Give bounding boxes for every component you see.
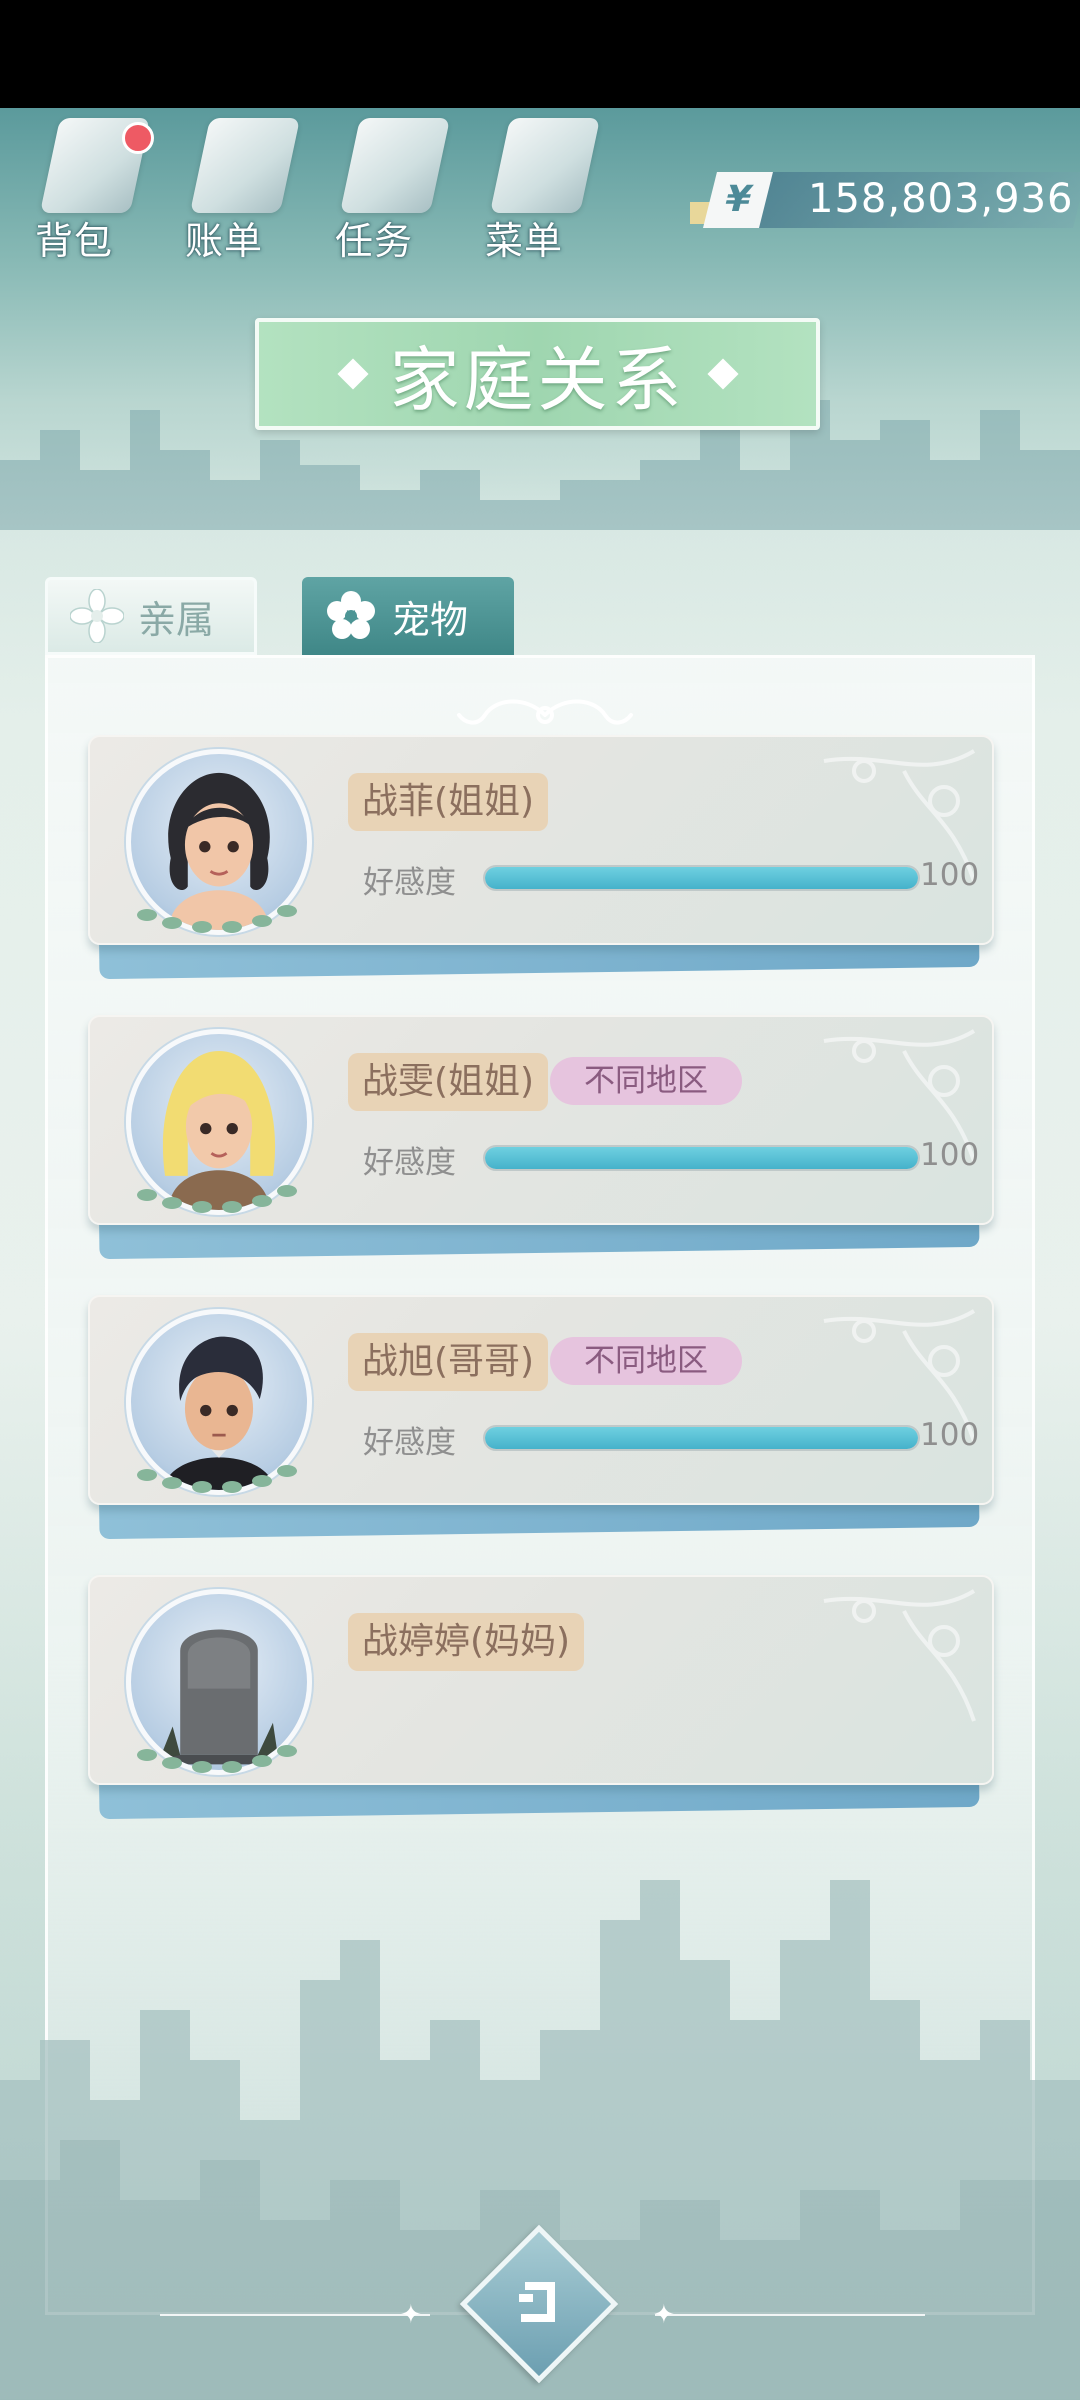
- floral-decoration: [823, 1589, 976, 1722]
- leaves-decoration: [137, 1185, 297, 1213]
- money-display: ¥ 158,803,936: [690, 172, 1080, 228]
- affinity-fill: [485, 1147, 918, 1169]
- tab-pets[interactable]: 宠物: [302, 577, 514, 655]
- member-name: 战菲(姐姐): [348, 773, 549, 831]
- affinity-fill: [485, 1427, 918, 1449]
- affinity-label: 好感度: [363, 865, 456, 901]
- decorative-line: [160, 2314, 430, 2316]
- money-value: 158,803,936: [808, 176, 1074, 222]
- affinity-fill: [485, 867, 918, 889]
- back-button[interactable]: [459, 2224, 619, 2384]
- affinity-value: 100: [920, 1137, 980, 1173]
- member-card[interactable]: 战菲(姐姐) 好感度 100: [88, 735, 994, 980]
- nav-task-label: 任务: [335, 219, 414, 263]
- nav-menu-button[interactable]: 菜单: [475, 118, 601, 268]
- tab-pets-label: 宠物: [392, 597, 469, 642]
- affinity-bar: [483, 1425, 920, 1451]
- member-name: 战旭(哥哥): [348, 1333, 549, 1391]
- flower-icon: [327, 591, 375, 639]
- nav-task-button[interactable]: 任务: [325, 118, 451, 268]
- affinity-bar: [483, 1145, 920, 1171]
- page-title: 家庭关系: [389, 338, 686, 421]
- affinity-value: 100: [920, 857, 980, 893]
- sparkle-icon: ✦: [653, 2300, 675, 2330]
- sparkle-icon: ✦: [400, 2300, 422, 2330]
- member-card[interactable]: 战婷婷(妈妈): [88, 1575, 994, 1820]
- flower-icon: [70, 589, 124, 643]
- status-bar: [0, 0, 1080, 108]
- nav-menu-label: 菜单: [485, 219, 564, 263]
- leaves-decoration: [137, 1465, 297, 1493]
- nav-bill-label: 账单: [185, 219, 264, 263]
- leaves-decoration: [137, 905, 297, 933]
- region-badge: 不同地区: [550, 1337, 742, 1385]
- affinity-label: 好感度: [363, 1425, 456, 1461]
- bill-icon: [189, 118, 301, 213]
- page-title-banner: 家庭关系: [255, 318, 820, 430]
- back-arrow-icon: [519, 2282, 555, 2322]
- member-card[interactable]: 战旭(哥哥) 不同地区 好感度 100: [88, 1295, 994, 1540]
- tab-relatives[interactable]: 亲属: [45, 577, 257, 655]
- nav-backpack-label: 背包: [35, 219, 114, 263]
- nav-backpack-button[interactable]: 背包: [25, 118, 154, 268]
- diamond-icon: [706, 358, 739, 390]
- tab-relatives-label: 亲属: [138, 597, 215, 642]
- member-name: 战雯(姐姐): [348, 1053, 549, 1111]
- decorative-line: [655, 2314, 925, 2316]
- affinity-bar: [483, 865, 920, 891]
- region-badge: 不同地区: [550, 1057, 742, 1105]
- affinity-value: 100: [920, 1417, 980, 1453]
- nav-bill-button[interactable]: 账单: [175, 118, 301, 268]
- task-icon: [339, 118, 451, 213]
- notification-badge: [122, 122, 154, 154]
- ornament-icon: [457, 699, 633, 725]
- diamond-icon: [336, 358, 369, 390]
- member-name: 战婷婷(妈妈): [348, 1613, 585, 1671]
- menu-icon: [489, 118, 601, 213]
- member-card[interactable]: 战雯(姐姐) 不同地区 好感度 100: [88, 1015, 994, 1260]
- affinity-label: 好感度: [363, 1145, 456, 1181]
